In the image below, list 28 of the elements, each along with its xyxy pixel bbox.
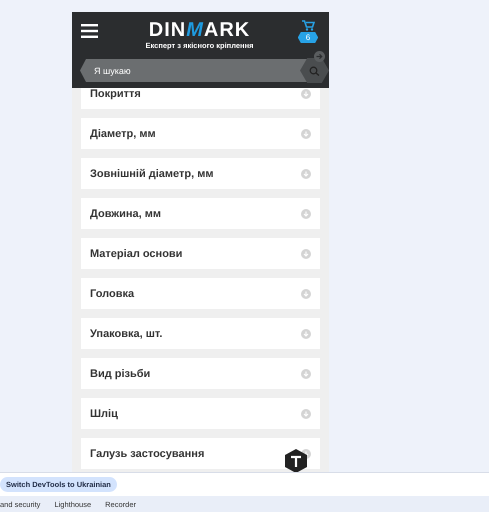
- cart-icon[interactable]: [302, 20, 314, 31]
- scroll-to-top-button[interactable]: [285, 449, 307, 472]
- filter-item[interactable]: Матеріал основи: [81, 238, 320, 269]
- search-field[interactable]: Я шукаю: [80, 59, 308, 82]
- filter-label: Головка: [90, 288, 136, 300]
- filter-item[interactable]: Галузь застосування: [81, 438, 320, 469]
- filter-item[interactable]: Покриття: [81, 88, 320, 109]
- filter-label: Галузь застосування: [90, 448, 206, 460]
- search-icon: [309, 66, 320, 76]
- filter-item[interactable]: Шліц: [81, 398, 320, 429]
- filter-label: Вид різьби: [90, 368, 152, 380]
- filter-item[interactable]: Головка: [81, 278, 320, 309]
- filter-label: Довжина, мм: [90, 208, 162, 220]
- logo[interactable]: DINMARK: [148, 20, 250, 40]
- cart-count-badge: 6: [298, 32, 318, 43]
- filter-label: Покриття: [90, 88, 142, 100]
- filter-label: Матеріал основи: [90, 248, 184, 260]
- filter-item[interactable]: Довжина, мм: [81, 198, 320, 229]
- filter-item[interactable]: Вид різьби: [81, 358, 320, 389]
- filter-item[interactable]: Упаковка, шт.: [81, 318, 320, 349]
- arrow-right-icon[interactable]: [314, 51, 325, 62]
- filter-label: Шліц: [90, 408, 119, 420]
- filter-item[interactable]: Зовнішній діаметр, мм: [81, 158, 320, 189]
- filter-label: Упаковка, шт.: [90, 328, 164, 340]
- filter-label: Діаметр, мм: [90, 128, 157, 140]
- menu-icon[interactable]: [81, 24, 98, 38]
- filter-label: Зовнішній діаметр, мм: [90, 168, 215, 180]
- filter-item[interactable]: Діаметр, мм: [81, 118, 320, 149]
